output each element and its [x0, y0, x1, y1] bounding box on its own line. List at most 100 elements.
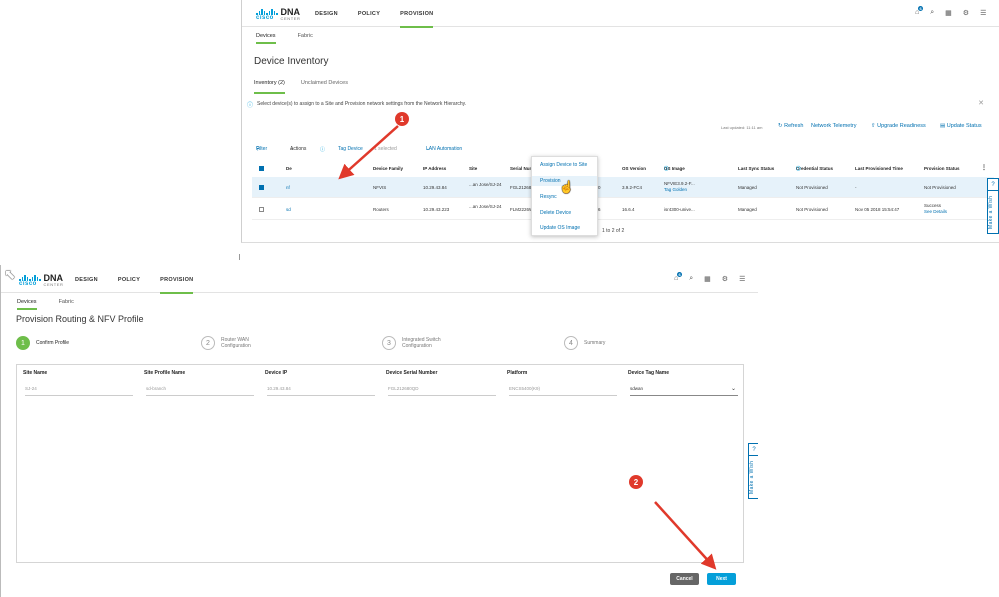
apps-grid-icon[interactable]: ▦: [945, 9, 952, 17]
os-image: NFVIE3.9.2-F...: [664, 181, 695, 186]
col-last-sync-status[interactable]: Last Sync Status: [738, 166, 774, 171]
cancel-button[interactable]: Cancel: [670, 573, 699, 585]
row-checkbox[interactable]: [259, 207, 264, 212]
gear-icon[interactable]: ⚙: [722, 275, 728, 283]
device-tag-select[interactable]: sdwan ⌄: [630, 386, 738, 396]
top-nav: DESIGN POLICY PROVISION: [315, 11, 434, 28]
nav-provision[interactable]: PROVISION: [400, 11, 434, 28]
site: ...an Jose/SJ-24: [469, 204, 502, 209]
menu-icon[interactable]: ☰: [980, 9, 986, 17]
tab-fabric[interactable]: Fabric: [59, 299, 74, 310]
menu-assign-device-to-site[interactable]: Assign Device to Site: [540, 162, 587, 168]
col-ip-address[interactable]: IP Address: [423, 166, 446, 171]
last-provisioned-time: -: [855, 185, 857, 190]
chevron-down-icon: ⌄: [426, 146, 431, 152]
select-all-checkbox[interactable]: [259, 166, 264, 171]
bottom-nav: DESIGN POLICY PROVISION: [75, 277, 194, 294]
menu-update-os-image[interactable]: Update OS Image: [540, 225, 580, 231]
nav-provision[interactable]: PROVISION: [160, 277, 194, 294]
make-a-wish-tab[interactable]: ? Make a Wish: [748, 443, 758, 499]
row-checkbox[interactable]: [259, 185, 264, 190]
step-label: Confirm Profile: [36, 340, 70, 346]
search-icon[interactable]: ⌕: [930, 9, 934, 17]
tab-devices[interactable]: Devices: [17, 299, 37, 310]
col-provision-status[interactable]: Provision Status: [924, 166, 960, 171]
step-confirm-profile[interactable]: 1 Confirm Profile: [16, 336, 69, 350]
nav-design[interactable]: DESIGN: [315, 11, 338, 28]
notifications-count: 6: [677, 272, 683, 277]
step-number: 4: [564, 336, 578, 350]
os-version: 16.6.4: [622, 207, 635, 212]
menu-icon[interactable]: ☰: [739, 275, 745, 283]
os-image: isr4300-unive...: [664, 207, 695, 212]
os-image-info-icon: ⓘ: [664, 166, 669, 171]
field-label: Device Serial Number: [386, 370, 438, 376]
network-telemetry-button[interactable]: Network Telemetry: [811, 123, 856, 129]
hand-cursor-icon: ☝: [559, 180, 574, 194]
device-serial-field: Device Serial Number FGL212680QD: [386, 370, 496, 396]
update-status-icon: ▤: [940, 123, 947, 129]
field-label: Site Name: [23, 370, 48, 376]
notifications-icon[interactable]: ⌂ 6: [915, 6, 924, 17]
logo-dna-text: DNA: [43, 273, 64, 283]
menu-resync[interactable]: Resync: [540, 194, 557, 200]
make-a-wish-tab[interactable]: ? Make a Wish: [987, 178, 999, 234]
device-tag-value: sdwan: [630, 386, 644, 391]
step-number: 1: [16, 336, 30, 350]
tag-golden-link[interactable]: Tag Golden: [664, 187, 687, 192]
close-icon[interactable]: ✕: [978, 99, 984, 107]
make-a-wish-label: Make a Wish: [988, 195, 994, 229]
device-name-link[interactable]: sd: [286, 207, 291, 212]
nav-policy[interactable]: POLICY: [118, 277, 140, 294]
tab-fabric[interactable]: Fabric: [298, 33, 313, 44]
step-number: 2: [201, 336, 215, 350]
credential-info-icon: ⓘ: [796, 166, 801, 171]
cisco-dna-logo[interactable]: cisco DNA CENTER: [256, 8, 301, 21]
col-last-provisioned-time[interactable]: Last Provisioned Time: [855, 166, 903, 171]
table-row[interactable]: sd Routers 10.29.43.223 ...an Jose/SJ-24…: [252, 199, 994, 220]
step-router-wan[interactable]: 2 Router WAN Configuration: [201, 336, 251, 350]
refresh-button[interactable]: ↻ Refresh: [778, 123, 803, 129]
tab-devices[interactable]: Devices: [256, 33, 276, 44]
nav-policy[interactable]: POLICY: [358, 11, 380, 28]
lan-automation-label: LAN Automation: [426, 146, 463, 152]
sync-status: Managed: [738, 207, 757, 212]
notifications-count: 6: [918, 6, 924, 11]
pagination: 1 to 2 of 2: [602, 228, 625, 234]
actions-info-icon: ⓘ: [320, 147, 326, 153]
col-site[interactable]: Site: [469, 166, 477, 171]
menu-provision[interactable]: Provision: [540, 178, 561, 184]
last-provisioned-time: Nov 05 2018 15:54:47: [855, 207, 900, 212]
next-button[interactable]: Next: [707, 573, 736, 585]
credential-status: Not Provisioned: [796, 185, 828, 190]
menu-delete-device[interactable]: Delete Device: [540, 210, 571, 216]
inventory-tabs: Inventory (2) Unclaimed Devices: [254, 80, 348, 94]
header-icons: ⌂ 6 ⌕ ▦ ⚙ ☰: [674, 272, 745, 283]
step-summary[interactable]: 4 Summary: [564, 336, 605, 350]
bottom-subtabs: Devices Fabric: [17, 299, 74, 310]
os-version: 3.9.2-FC4: [622, 185, 643, 190]
col-os-version[interactable]: OS Version: [622, 166, 646, 171]
col-device-name[interactable]: De: [286, 166, 292, 171]
cisco-dna-logo[interactable]: cisco DNA CENTER: [19, 274, 64, 287]
apps-grid-icon[interactable]: ▦: [704, 275, 711, 283]
tab-unclaimed-devices[interactable]: Unclaimed Devices: [301, 80, 348, 94]
update-status-button[interactable]: ▤ Update Status: [940, 123, 982, 129]
device-name-link[interactable]: nf: [286, 185, 290, 190]
tab-inventory[interactable]: Inventory (2): [254, 80, 285, 94]
table-row[interactable]: nf NFVIS 10.29.43.84 ...an Jose/SJ-24 FG…: [252, 177, 994, 198]
ip-address: 10.29.43.84: [423, 185, 447, 190]
upgrade-readiness-button[interactable]: ⇧ Upgrade Readiness: [871, 123, 926, 129]
help-icon: ?: [988, 179, 998, 191]
see-details-link[interactable]: See Details: [924, 209, 947, 214]
gear-icon[interactable]: ⚙: [963, 9, 969, 17]
tag-device-button[interactable]: Tag Device: [338, 146, 363, 152]
column-settings-icon[interactable]: ⋮: [981, 164, 987, 171]
search-icon[interactable]: ⌕: [689, 275, 693, 283]
provision-profile-screenshot: cisco DNA CENTER DESIGN POLICY PROVISION…: [0, 265, 758, 597]
step-integrated-switch[interactable]: 3 Integrated Switch Configuration: [382, 336, 441, 350]
nav-design[interactable]: DESIGN: [75, 277, 98, 294]
device-tag-field: Device Tag Name sdwan ⌄: [628, 370, 738, 396]
col-device-family[interactable]: Device Family: [373, 166, 403, 171]
notifications-icon[interactable]: ⌂ 6: [674, 272, 683, 283]
